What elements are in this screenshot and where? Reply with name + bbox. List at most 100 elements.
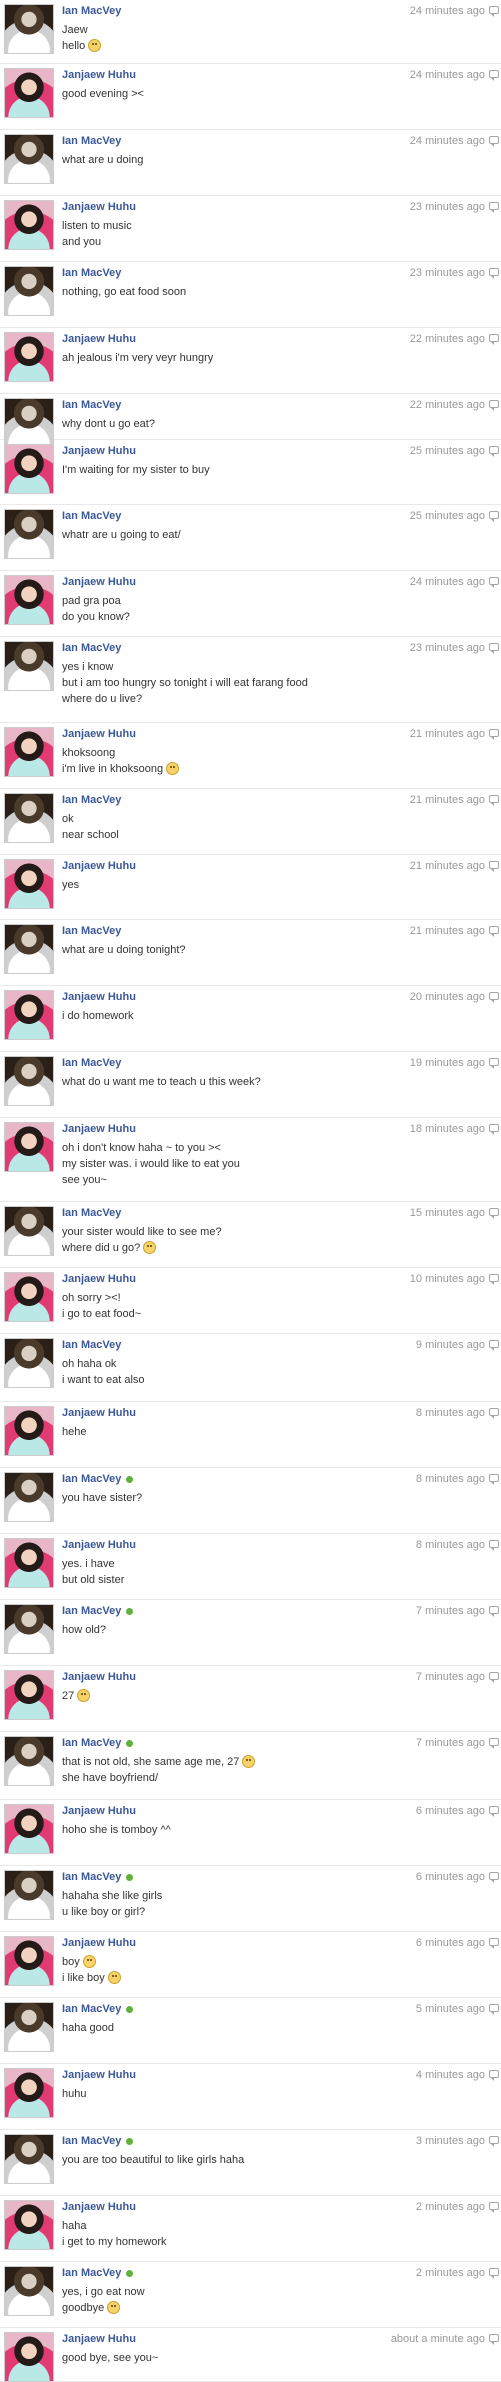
- sender-name[interactable]: Ian MacVey: [62, 2267, 134, 2279]
- sender-name[interactable]: Ian MacVey: [62, 1057, 121, 1069]
- avatar[interactable]: [4, 332, 54, 382]
- sender-name[interactable]: Janjaew Huhu: [62, 201, 136, 213]
- avatar[interactable]: [4, 2002, 54, 2052]
- avatar[interactable]: [4, 1736, 54, 1786]
- avatar[interactable]: [4, 266, 54, 316]
- reply-bubble-icon[interactable]: [489, 992, 499, 1003]
- sender-name[interactable]: Ian MacVey: [62, 1737, 134, 1749]
- sender-name[interactable]: Ian MacVey: [62, 399, 121, 411]
- sender-name[interactable]: Ian MacVey: [62, 1207, 121, 1219]
- avatar[interactable]: [4, 1604, 54, 1654]
- reply-bubble-icon[interactable]: [489, 1938, 499, 1949]
- avatar[interactable]: [4, 2200, 54, 2250]
- reply-bubble-icon[interactable]: [489, 1806, 499, 1817]
- avatar[interactable]: [4, 1936, 54, 1986]
- sender-name[interactable]: Ian MacVey: [62, 925, 121, 937]
- reply-bubble-icon[interactable]: [489, 1408, 499, 1419]
- sender-name[interactable]: Ian MacVey: [62, 794, 121, 806]
- sender-name[interactable]: Ian MacVey: [62, 510, 121, 522]
- sender-name[interactable]: Janjaew Huhu: [62, 860, 136, 872]
- sender-name[interactable]: Janjaew Huhu: [62, 1539, 136, 1551]
- sender-name[interactable]: Ian MacVey: [62, 1605, 134, 1617]
- reply-bubble-icon[interactable]: [489, 446, 499, 457]
- reply-bubble-icon[interactable]: [489, 926, 499, 937]
- avatar[interactable]: [4, 134, 54, 184]
- sender-name[interactable]: Janjaew Huhu: [62, 1805, 136, 1817]
- avatar[interactable]: [4, 1406, 54, 1456]
- sender-name[interactable]: Ian MacVey: [62, 2135, 134, 2147]
- avatar[interactable]: [4, 1338, 54, 1388]
- avatar[interactable]: [4, 200, 54, 250]
- avatar[interactable]: [4, 2332, 54, 2382]
- reply-bubble-icon[interactable]: [489, 2004, 499, 2015]
- avatar[interactable]: [4, 727, 54, 777]
- reply-bubble-icon[interactable]: [489, 202, 499, 213]
- avatar[interactable]: [4, 1870, 54, 1920]
- reply-bubble-icon[interactable]: [489, 334, 499, 345]
- reply-bubble-icon[interactable]: [489, 1738, 499, 1749]
- sender-name[interactable]: Ian MacVey: [62, 267, 121, 279]
- sender-name[interactable]: Ian MacVey: [62, 1473, 134, 1485]
- reply-bubble-icon[interactable]: [489, 400, 499, 411]
- sender-name[interactable]: Janjaew Huhu: [62, 1123, 136, 1135]
- sender-name[interactable]: Janjaew Huhu: [62, 2333, 136, 2345]
- reply-bubble-icon[interactable]: [489, 1058, 499, 1069]
- avatar[interactable]: [4, 1272, 54, 1322]
- sender-name[interactable]: Janjaew Huhu: [62, 69, 136, 81]
- reply-bubble-icon[interactable]: [489, 1606, 499, 1617]
- avatar[interactable]: [4, 509, 54, 559]
- avatar[interactable]: [4, 444, 54, 494]
- reply-bubble-icon[interactable]: [489, 1872, 499, 1883]
- reply-bubble-icon[interactable]: [489, 861, 499, 872]
- sender-name[interactable]: Ian MacVey: [62, 1871, 134, 1883]
- reply-bubble-icon[interactable]: [489, 1540, 499, 1551]
- reply-bubble-icon[interactable]: [489, 1672, 499, 1683]
- sender-name[interactable]: Janjaew Huhu: [62, 991, 136, 1003]
- reply-bubble-icon[interactable]: [489, 70, 499, 81]
- sender-name[interactable]: Janjaew Huhu: [62, 728, 136, 740]
- reply-bubble-icon[interactable]: [489, 2334, 499, 2345]
- reply-bubble-icon[interactable]: [489, 1474, 499, 1485]
- sender-name[interactable]: Janjaew Huhu: [62, 1273, 136, 1285]
- reply-bubble-icon[interactable]: [489, 136, 499, 147]
- reply-bubble-icon[interactable]: [489, 2268, 499, 2279]
- sender-name[interactable]: Janjaew Huhu: [62, 445, 136, 457]
- avatar[interactable]: [4, 1472, 54, 1522]
- avatar[interactable]: [4, 859, 54, 909]
- avatar[interactable]: [4, 793, 54, 843]
- reply-bubble-icon[interactable]: [489, 2136, 499, 2147]
- sender-name[interactable]: Ian MacVey: [62, 1339, 121, 1351]
- sender-name[interactable]: Ian MacVey: [62, 135, 121, 147]
- avatar[interactable]: [4, 990, 54, 1040]
- avatar[interactable]: [4, 2266, 54, 2316]
- avatar[interactable]: [4, 1804, 54, 1854]
- avatar[interactable]: [4, 68, 54, 118]
- reply-bubble-icon[interactable]: [489, 1274, 499, 1285]
- avatar[interactable]: [4, 1538, 54, 1588]
- sender-name[interactable]: Janjaew Huhu: [62, 2201, 136, 2213]
- avatar[interactable]: [4, 4, 54, 54]
- avatar[interactable]: [4, 575, 54, 625]
- sender-name[interactable]: Janjaew Huhu: [62, 576, 136, 588]
- sender-name[interactable]: Janjaew Huhu: [62, 2069, 136, 2081]
- avatar[interactable]: [4, 1122, 54, 1172]
- reply-bubble-icon[interactable]: [489, 1208, 499, 1219]
- reply-bubble-icon[interactable]: [489, 2202, 499, 2213]
- reply-bubble-icon[interactable]: [489, 1340, 499, 1351]
- avatar[interactable]: [4, 641, 54, 691]
- reply-bubble-icon[interactable]: [489, 795, 499, 806]
- reply-bubble-icon[interactable]: [489, 2070, 499, 2081]
- avatar[interactable]: [4, 924, 54, 974]
- avatar[interactable]: [4, 1206, 54, 1256]
- reply-bubble-icon[interactable]: [489, 511, 499, 522]
- sender-name[interactable]: Janjaew Huhu: [62, 333, 136, 345]
- avatar[interactable]: [4, 1056, 54, 1106]
- sender-name[interactable]: Ian MacVey: [62, 2003, 134, 2015]
- sender-name[interactable]: Janjaew Huhu: [62, 1407, 136, 1419]
- sender-name[interactable]: Ian MacVey: [62, 5, 121, 17]
- reply-bubble-icon[interactable]: [489, 268, 499, 279]
- reply-bubble-icon[interactable]: [489, 6, 499, 17]
- reply-bubble-icon[interactable]: [489, 577, 499, 588]
- reply-bubble-icon[interactable]: [489, 729, 499, 740]
- avatar[interactable]: [4, 2134, 54, 2184]
